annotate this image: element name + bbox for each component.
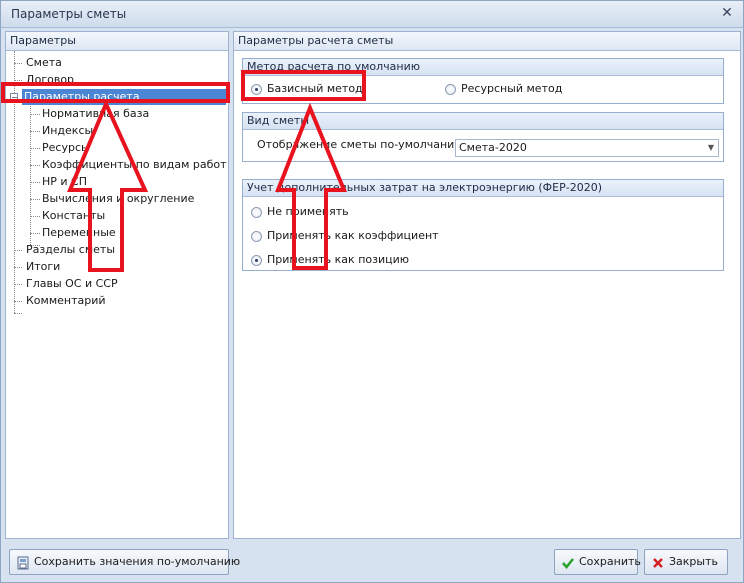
- annotation-arrows: [66, 98, 347, 272]
